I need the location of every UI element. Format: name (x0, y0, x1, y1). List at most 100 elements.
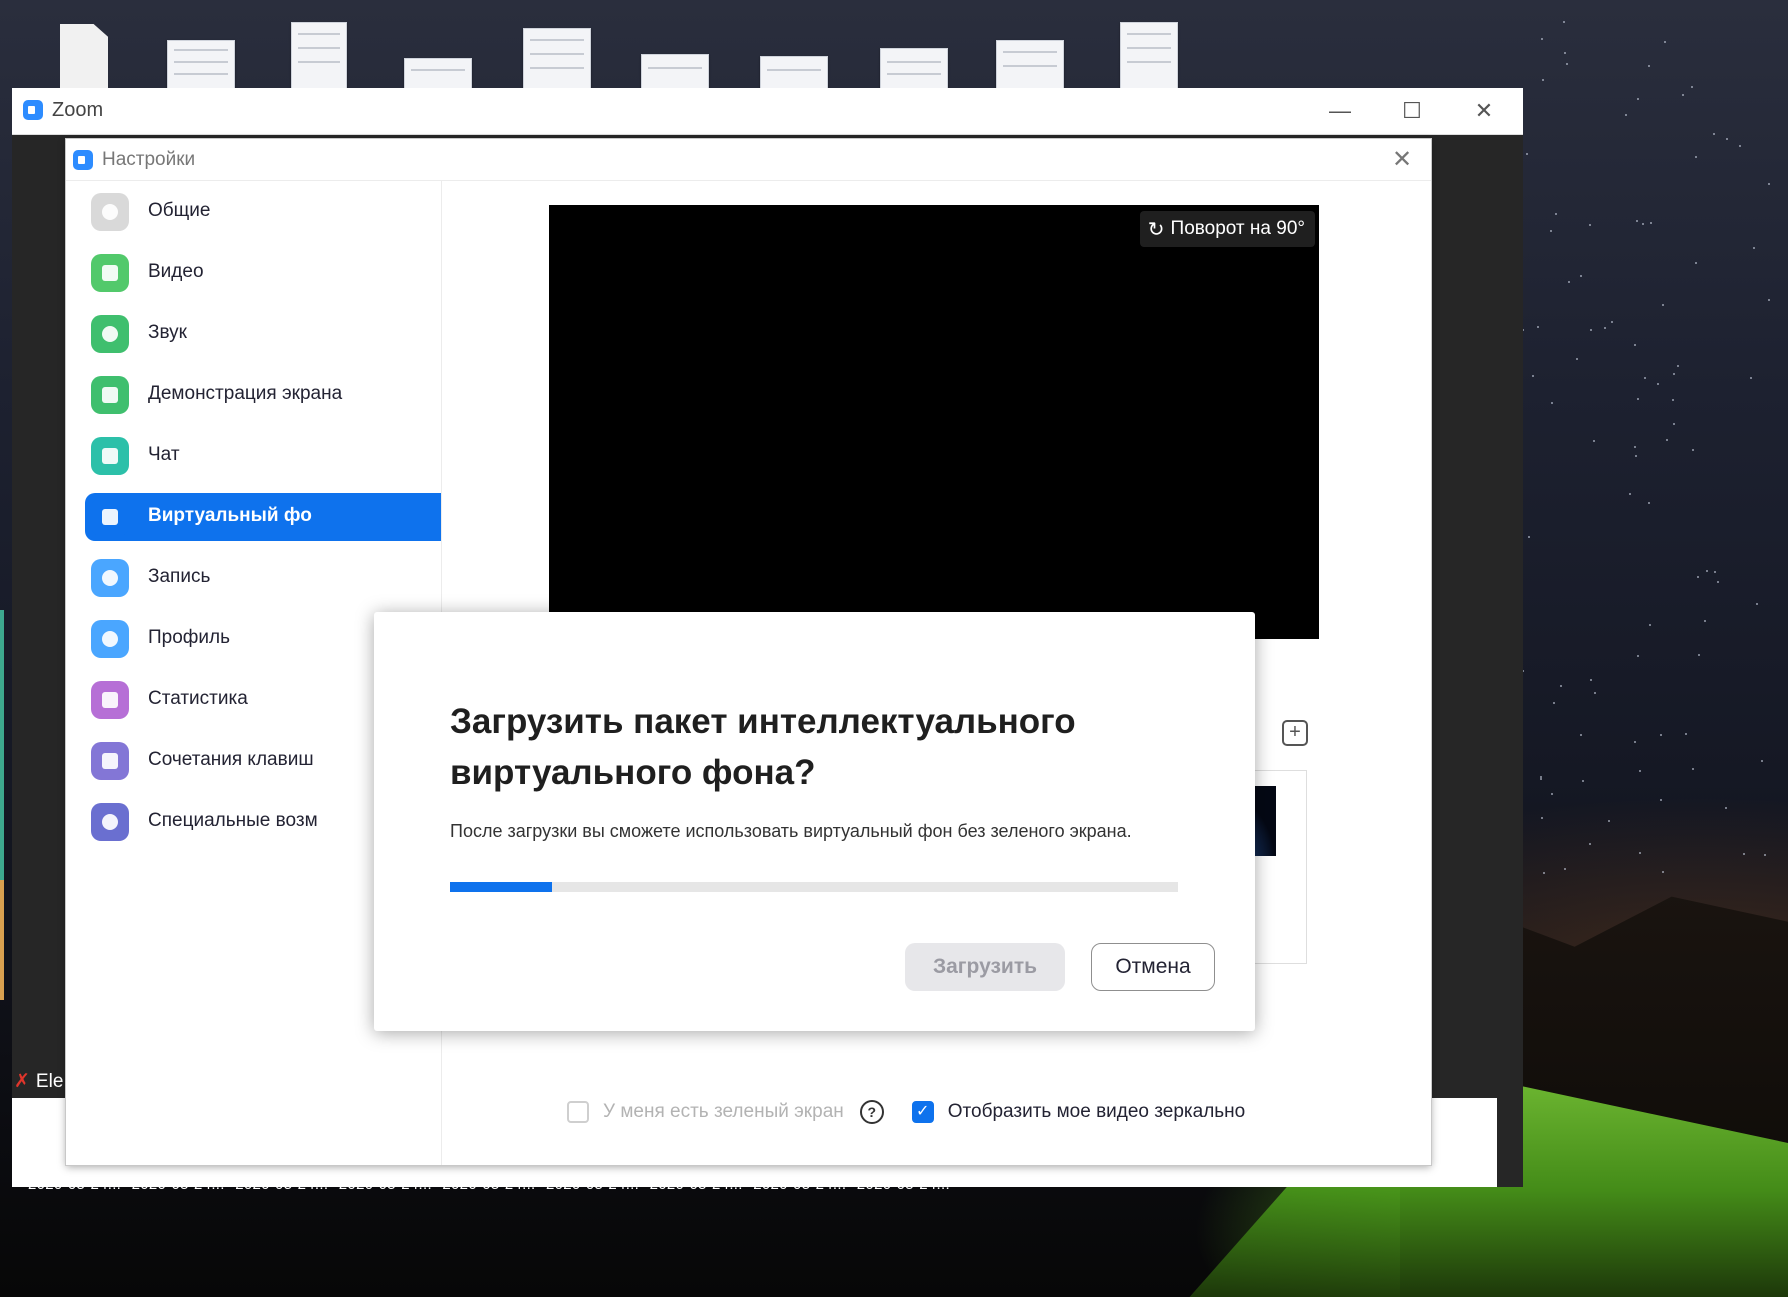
star (1768, 299, 1771, 302)
star (1589, 329, 1592, 332)
sidebar-item-chat[interactable]: Чат (85, 432, 441, 480)
star (1659, 734, 1662, 737)
sidebar-item-share-screen[interactable]: Демонстрация экрана (85, 371, 441, 419)
gear-icon (91, 193, 129, 231)
star (1661, 871, 1664, 874)
green-screen-checkbox[interactable] (567, 1101, 589, 1123)
star (1527, 536, 1530, 539)
desktop-file-thumbnail[interactable] (1120, 22, 1178, 90)
rotate-icon: ↻ (1147, 218, 1165, 241)
virtual-background-icon (91, 498, 129, 536)
desktop-file-thumbnail[interactable] (404, 58, 472, 90)
sidebar-item-audio[interactable]: Звук (85, 310, 441, 358)
star (1648, 64, 1651, 67)
close-button[interactable]: ✕ (1448, 88, 1520, 134)
star (1753, 247, 1756, 250)
star (1750, 377, 1753, 380)
star (1563, 52, 1566, 55)
star (1662, 304, 1665, 307)
star (1634, 344, 1637, 347)
mirror-video-label: Отобразить мое видео зеркально (947, 1101, 1246, 1122)
settings-close-button[interactable]: ✕ (1385, 143, 1419, 177)
star (1543, 871, 1546, 874)
sidebar-item-video[interactable]: Видео (85, 249, 441, 297)
profile-icon (91, 620, 129, 658)
star (1660, 799, 1663, 802)
desktop-file-thumbnail[interactable] (523, 28, 591, 90)
cancel-button[interactable]: Отмена (1091, 943, 1215, 991)
dialog-title: Загрузить пакет интеллектуального виртуа… (450, 702, 1076, 792)
participant-name-bar: ✗ Ele (14, 1070, 63, 1093)
star (1579, 734, 1582, 737)
star (1555, 212, 1558, 215)
star (1541, 78, 1544, 81)
sidebar-item-label: Видео (148, 261, 204, 282)
zoom-window-title: Zoom (52, 99, 104, 121)
mirror-video-checkbox[interactable]: ✓ (911, 1101, 934, 1123)
help-icon[interactable]: ? (859, 1100, 884, 1124)
settings-titlebar: Настройки ✕ (66, 139, 1431, 181)
muted-mic-icon: ✗ (14, 1071, 30, 1092)
window-edge (0, 880, 4, 1000)
participant-name: Ele (35, 1070, 64, 1092)
star (1551, 793, 1554, 796)
star (1672, 423, 1675, 426)
star (1706, 569, 1709, 572)
keyboard-icon (91, 742, 129, 780)
star (1624, 113, 1627, 116)
star (1551, 402, 1554, 405)
rotate-button[interactable]: ↻ Поворот на 90° (1139, 211, 1315, 247)
maximize-button[interactable]: ☐ (1376, 88, 1448, 134)
star (1592, 439, 1595, 442)
sidebar-item-label: Запись (148, 566, 211, 587)
desktop-file-icon[interactable] (60, 24, 108, 88)
sidebar-item-recording[interactable]: Запись (85, 554, 441, 602)
sidebar-item-label: Сочетания клавиш (148, 749, 314, 770)
video-camera-icon (91, 254, 129, 292)
sidebar-item-label: Специальные возм (148, 810, 318, 831)
star (1536, 325, 1539, 328)
star (1676, 365, 1679, 368)
star (1590, 679, 1593, 682)
desktop-file-thumbnail[interactable] (291, 22, 347, 90)
star (1703, 620, 1706, 623)
sidebar-item-virtual-background[interactable]: Виртуальный фо (85, 493, 441, 541)
green-screen-label: У меня есть зеленый экран (603, 1101, 844, 1122)
star (1691, 767, 1694, 770)
desktop-file-thumbnail[interactable] (641, 54, 709, 90)
download-button[interactable]: Загрузить (905, 943, 1065, 991)
star (1690, 85, 1693, 88)
sidebar-item-label: Чат (148, 444, 180, 465)
star (1532, 374, 1535, 377)
download-dialog: Загрузить пакет интеллектуального виртуа… (374, 612, 1255, 1031)
accessibility-icon (91, 803, 129, 841)
star (1649, 222, 1652, 225)
star (1725, 137, 1728, 140)
sidebar-item-general[interactable]: Общие (85, 188, 441, 236)
star (1639, 851, 1642, 854)
star (1692, 449, 1695, 451)
star (1637, 97, 1640, 100)
star (1694, 261, 1697, 264)
star (1647, 502, 1650, 505)
settings-checkboxes: У меня есть зеленый экран ? ✓ Отобразить… (567, 1100, 1245, 1124)
star (1713, 133, 1716, 136)
minimize-button[interactable]: — (1304, 88, 1376, 134)
desktop-file-thumbnail[interactable] (880, 48, 948, 90)
desktop-file-thumbnail[interactable] (760, 56, 828, 90)
desktop-file-thumbnail[interactable] (996, 40, 1064, 90)
settings-title: Настройки (102, 149, 196, 170)
star (1743, 852, 1746, 855)
statistics-icon (91, 681, 129, 719)
star (1642, 222, 1645, 225)
star (1682, 94, 1685, 97)
star (1714, 570, 1717, 573)
star (1564, 867, 1567, 870)
star (1698, 654, 1701, 657)
progress-fill (450, 882, 552, 892)
video-preview: ↻ Поворот на 90° (549, 205, 1319, 639)
star (1638, 770, 1641, 773)
star (1589, 842, 1592, 845)
desktop-file-thumbnail[interactable] (167, 40, 235, 90)
add-background-button[interactable]: + (1282, 720, 1308, 746)
